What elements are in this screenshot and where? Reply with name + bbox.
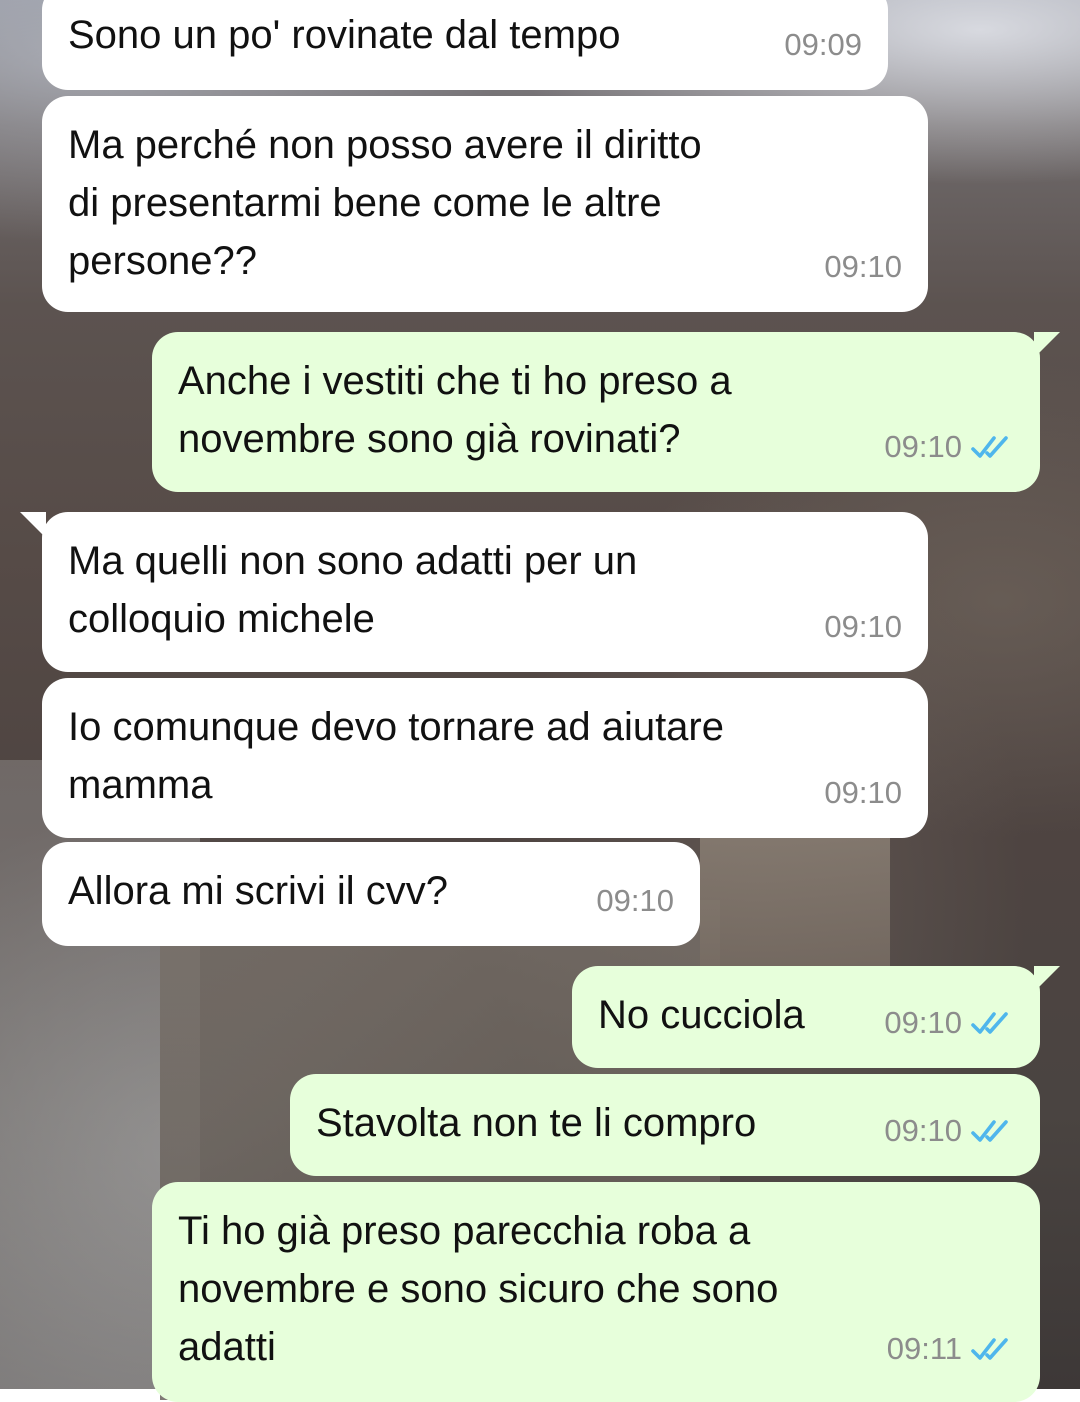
message-text: Ma quelli non sono adatti per un colloqu… bbox=[68, 539, 638, 641]
message-bubble-outgoing[interactable]: Anche i vestiti che ti ho preso a novemb… bbox=[152, 332, 1040, 492]
message-time: 09:10 bbox=[824, 249, 902, 284]
message-text: Ma perché non posso avere il diritto di … bbox=[68, 123, 702, 283]
double-check-read-icon bbox=[971, 1120, 1008, 1142]
double-check-read-icon bbox=[971, 436, 1008, 458]
message-meta: 09:10 bbox=[596, 872, 674, 930]
message-meta: 09:10 bbox=[884, 1102, 1014, 1160]
double-check-read-icon bbox=[971, 1012, 1008, 1034]
message-time: 09:10 bbox=[884, 1005, 962, 1040]
message-bubble-outgoing[interactable]: No cucciola 09:10 bbox=[572, 966, 1040, 1068]
message-time: 09:10 bbox=[824, 609, 902, 644]
message-meta: 09:10 bbox=[824, 238, 902, 296]
message-time: 09:10 bbox=[884, 1113, 962, 1148]
message-text: Io comunque devo tornare ad aiutare mamm… bbox=[68, 705, 724, 807]
message-bubble-incoming[interactable]: Allora mi scrivi il cvv? 09:10 bbox=[42, 842, 700, 946]
message-meta: 09:10 bbox=[824, 764, 902, 822]
message-time: 09:10 bbox=[884, 429, 962, 464]
message-text: Sono un po' rovinate dal tempo bbox=[68, 13, 621, 57]
message-meta: 09:10 bbox=[884, 994, 1014, 1052]
message-time: 09:10 bbox=[596, 883, 674, 918]
message-meta: 09:09 bbox=[784, 16, 862, 74]
message-bubble-incoming[interactable]: Sono un po' rovinate dal tempo 09:09 bbox=[42, 0, 888, 90]
message-bubble-incoming[interactable]: Ma perché non posso avere il diritto di … bbox=[42, 96, 928, 312]
message-bubble-incoming[interactable]: Io comunque devo tornare ad aiutare mamm… bbox=[42, 678, 928, 838]
message-bubble-incoming[interactable]: Ma quelli non sono adatti per un colloqu… bbox=[42, 512, 928, 672]
message-bubble-outgoing[interactable]: Stavolta non te li compro 09:10 bbox=[290, 1074, 1040, 1176]
message-time: 09:10 bbox=[824, 775, 902, 810]
message-meta: 09:10 bbox=[824, 598, 902, 656]
message-time: 09:09 bbox=[784, 27, 862, 62]
double-check-read-icon bbox=[971, 1338, 1008, 1360]
message-meta: 09:10 bbox=[884, 418, 1014, 476]
message-meta: 09:11 bbox=[887, 1320, 1014, 1378]
message-bubble-outgoing[interactable]: Ti ho già preso parecchia roba a novembr… bbox=[152, 1182, 1040, 1402]
message-list[interactable]: Sono un po' rovinate dal tempo 09:09 Ma … bbox=[0, 0, 1080, 1402]
message-text: Allora mi scrivi il cvv? bbox=[68, 869, 449, 913]
message-time: 09:11 bbox=[886, 1331, 962, 1366]
